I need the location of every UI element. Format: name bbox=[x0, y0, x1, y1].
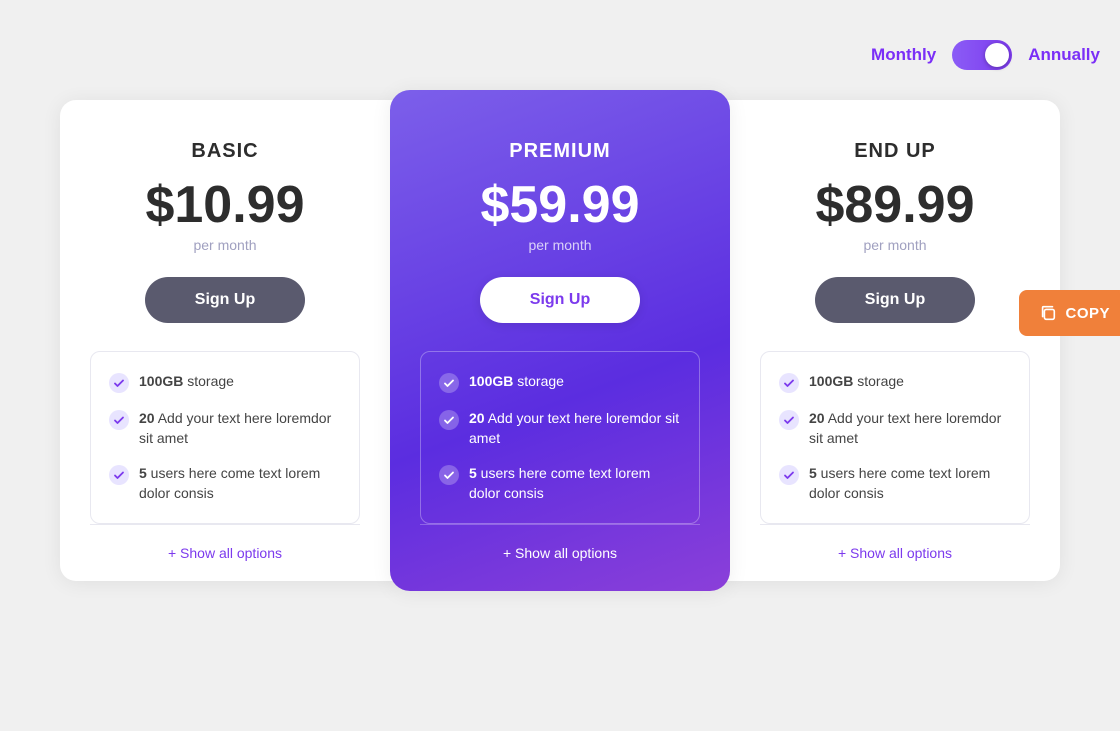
premium-plan-name: PREMIUM bbox=[509, 140, 610, 163]
basic-plan-name: BASIC bbox=[191, 140, 258, 163]
basic-show-options[interactable]: + Show all options bbox=[90, 524, 360, 581]
check-icon bbox=[439, 373, 459, 393]
premium-feature-3-text: 5 users here come text lorem dolor consi… bbox=[469, 464, 681, 503]
endup-feature-1: 100GB storage bbox=[779, 372, 1011, 393]
endup-feature-2-text: 20 Add your text here loremdor sit amet bbox=[809, 409, 1011, 448]
basic-feature-3-text: 5 users here come text lorem dolor consi… bbox=[139, 464, 341, 503]
endup-feature-1-bold: 100GB bbox=[809, 373, 853, 389]
endup-price: $89.99 bbox=[815, 179, 974, 231]
basic-feature-2-bold: 20 bbox=[139, 410, 155, 426]
check-icon bbox=[109, 373, 129, 393]
premium-feature-2: 20 Add your text here loremdor sit amet bbox=[439, 409, 681, 448]
check-icon bbox=[109, 465, 129, 485]
endup-show-options[interactable]: + Show all options bbox=[760, 524, 1030, 581]
check-icon bbox=[779, 373, 799, 393]
premium-feature-2-bold: 20 bbox=[469, 410, 485, 426]
basic-price: $10.99 bbox=[145, 179, 304, 231]
endup-card: END UP $89.99 per month Sign Up COPY 100… bbox=[720, 100, 1060, 581]
basic-card: BASIC $10.99 per month Sign Up 100GB sto… bbox=[60, 100, 400, 581]
pricing-cards: BASIC $10.99 per month Sign Up 100GB sto… bbox=[20, 100, 1100, 581]
basic-feature-3: 5 users here come text lorem dolor consi… bbox=[109, 464, 341, 503]
basic-feature-3-bold: 5 bbox=[139, 465, 147, 481]
endup-feature-1-text: 100GB storage bbox=[809, 372, 904, 392]
copy-icon bbox=[1039, 304, 1057, 322]
premium-feature-1-bold: 100GB bbox=[469, 373, 513, 389]
premium-signup-button[interactable]: Sign Up bbox=[480, 277, 640, 323]
endup-period: per month bbox=[863, 237, 926, 253]
endup-feature-3: 5 users here come text lorem dolor consi… bbox=[779, 464, 1011, 503]
basic-feature-1: 100GB storage bbox=[109, 372, 341, 393]
top-bar: Monthly Annually bbox=[20, 40, 1100, 70]
premium-price: $59.99 bbox=[480, 179, 639, 231]
endup-feature-3-bold: 5 bbox=[809, 465, 817, 481]
basic-period: per month bbox=[193, 237, 256, 253]
basic-feature-1-text: 100GB storage bbox=[139, 372, 234, 392]
premium-period: per month bbox=[528, 237, 591, 253]
annually-label: Annually bbox=[1028, 45, 1100, 65]
check-icon bbox=[439, 465, 459, 485]
basic-feature-1-bold: 100GB bbox=[139, 373, 183, 389]
endup-feature-3-text: 5 users here come text lorem dolor consi… bbox=[809, 464, 1011, 503]
premium-show-options[interactable]: + Show all options bbox=[420, 524, 700, 581]
basic-signup-button[interactable]: Sign Up bbox=[145, 277, 305, 323]
endup-plan-name: END UP bbox=[854, 140, 936, 163]
check-icon bbox=[439, 410, 459, 430]
premium-feature-3: 5 users here come text lorem dolor consi… bbox=[439, 464, 681, 503]
endup-feature-2: 20 Add your text here loremdor sit amet bbox=[779, 409, 1011, 448]
monthly-label: Monthly bbox=[871, 45, 936, 65]
endup-features-box: 100GB storage 20 Add your text here lore… bbox=[760, 351, 1030, 524]
copy-button[interactable]: COPY bbox=[1019, 290, 1120, 336]
endup-feature-2-bold: 20 bbox=[809, 410, 825, 426]
basic-feature-2: 20 Add your text here loremdor sit amet bbox=[109, 409, 341, 448]
basic-features-box: 100GB storage 20 Add your text here lore… bbox=[90, 351, 360, 524]
premium-feature-2-text: 20 Add your text here loremdor sit amet bbox=[469, 409, 681, 448]
premium-feature-1: 100GB storage bbox=[439, 372, 681, 393]
basic-feature-2-text: 20 Add your text here loremdor sit amet bbox=[139, 409, 341, 448]
premium-card: PREMIUM $59.99 per month Sign Up 100GB s… bbox=[390, 90, 730, 591]
premium-features-box: 100GB storage 20 Add your text here lore… bbox=[420, 351, 700, 524]
check-icon bbox=[109, 410, 129, 430]
endup-signup-button[interactable]: Sign Up bbox=[815, 277, 975, 323]
billing-toggle[interactable] bbox=[952, 40, 1012, 70]
toggle-knob bbox=[985, 43, 1009, 67]
premium-feature-3-bold: 5 bbox=[469, 465, 477, 481]
premium-feature-1-text: 100GB storage bbox=[469, 372, 564, 392]
check-icon bbox=[779, 465, 799, 485]
check-icon bbox=[779, 410, 799, 430]
copy-label: COPY bbox=[1065, 305, 1110, 322]
